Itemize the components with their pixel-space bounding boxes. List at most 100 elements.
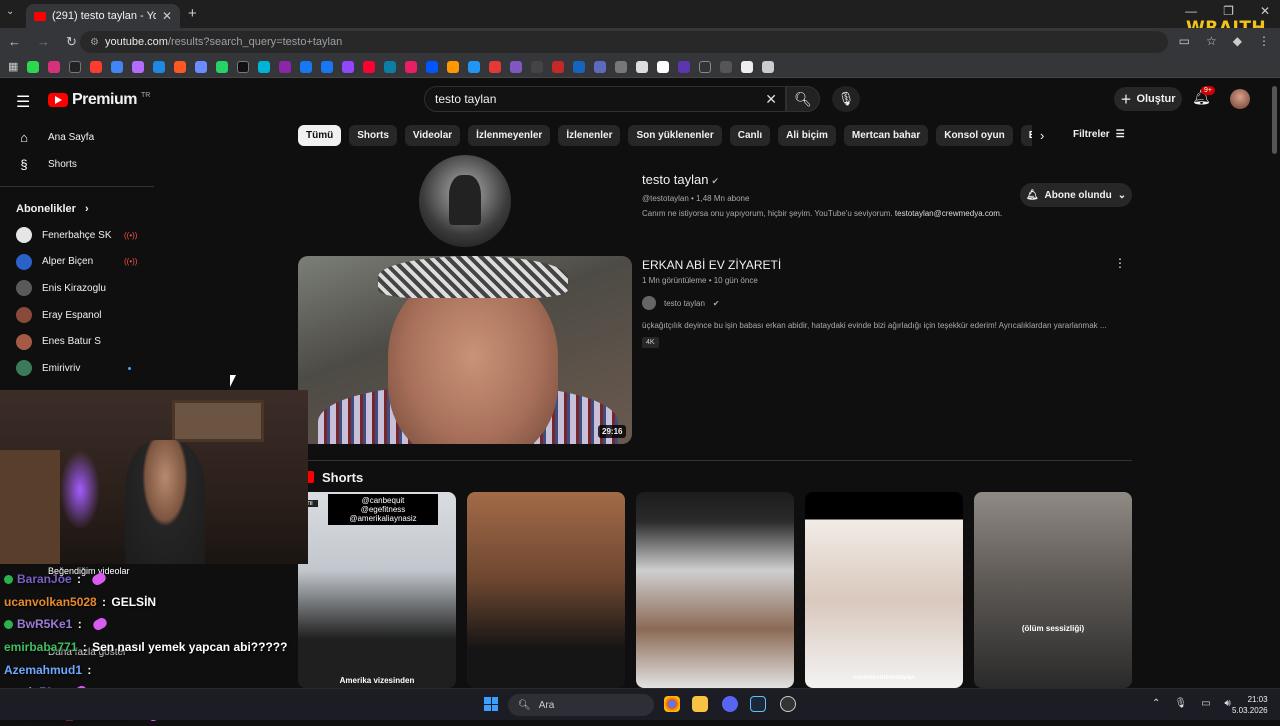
bookmark-icon[interactable]	[720, 60, 733, 73]
speaker-icon[interactable]: 🔊︎	[1225, 698, 1231, 709]
video-title[interactable]: ERKAN ABİ EV ZİYARETİ	[642, 258, 781, 272]
filter-chip[interactable]: Canlı	[729, 125, 771, 146]
display-icon[interactable]: ▭	[1201, 698, 1210, 709]
back-arrow-icon[interactable]: ←	[8, 34, 21, 50]
cast-icon[interactable]: ▭	[1179, 34, 1190, 48]
overlay-app-icon[interactable]	[780, 696, 796, 712]
bookmark-icon[interactable]	[174, 60, 187, 73]
taskbar-clock[interactable]: 21:03 5.03.2026	[1232, 694, 1268, 716]
voice-search-button[interactable]: 🎙︎	[832, 86, 860, 112]
page-scrollbar[interactable]	[1272, 86, 1277, 154]
clear-search-icon[interactable]: ✕	[765, 91, 777, 108]
taskbar-search[interactable]: 🔍︎ Ara	[508, 694, 654, 716]
reload-icon[interactable]: ↻	[66, 34, 77, 50]
sidebar-subscription-item[interactable]: Alper Biçen ((•))	[0, 249, 154, 276]
bookmark-icon[interactable]	[594, 60, 607, 73]
bookmark-icon[interactable]	[132, 60, 145, 73]
bookmark-icon[interactable]	[636, 60, 649, 73]
filter-chip[interactable]: Ali biçim	[778, 125, 836, 146]
youtube-premium-logo[interactable]: Premium TR	[48, 91, 150, 109]
hamburger-menu-icon[interactable]: ☰	[16, 92, 30, 112]
bookmark-icon[interactable]	[405, 60, 418, 73]
bookmark-icon[interactable]	[552, 60, 565, 73]
chrome-app-icon[interactable]	[664, 696, 680, 712]
sidebar-subscription-item[interactable]: Fenerbahçe SK ((•))	[0, 222, 154, 249]
bookmark-icon[interactable]	[237, 60, 250, 73]
bookmark-icon[interactable]	[489, 60, 502, 73]
search-input[interactable]: testo taylan ✕	[424, 86, 786, 112]
chips-next-arrow-icon[interactable]: ›	[1040, 128, 1044, 143]
bookmark-icon[interactable]	[741, 60, 754, 73]
bookmark-icon[interactable]	[48, 60, 61, 73]
close-window-icon[interactable]: ✕	[1260, 4, 1270, 18]
bookmark-icon[interactable]	[69, 60, 82, 73]
bookmark-icon[interactable]	[342, 60, 355, 73]
bookmark-icon[interactable]	[279, 60, 292, 73]
bookmark-icon[interactable]	[384, 60, 397, 73]
site-info-icon[interactable]: ⚙	[90, 37, 99, 48]
mic-icon[interactable]: 🎙︎	[1174, 698, 1187, 709]
browser-menu-icon[interactable]: ⋮	[1258, 34, 1270, 48]
bookmark-icon[interactable]	[90, 60, 103, 73]
bookmark-star-icon[interactable]: ☆	[1206, 34, 1217, 48]
filter-chip[interactable]: Konsol oyun	[936, 125, 1013, 146]
channel-name[interactable]: testo taylan ✔	[642, 172, 719, 187]
bookmark-icon[interactable]	[111, 60, 124, 73]
filter-chip[interactable]: İzlenmeyenler	[468, 125, 551, 146]
notifications-button[interactable]: 🔔︎ 9+	[1192, 86, 1215, 106]
tray-chevron-up-icon[interactable]: ⌃	[1152, 698, 1160, 709]
sidebar-item-shorts[interactable]: § Shorts	[0, 151, 154, 178]
bookmark-icon[interactable]	[300, 60, 313, 73]
short-card[interactable]: (ölüm sessizliği)	[974, 492, 1132, 688]
steam-app-icon[interactable]	[750, 696, 766, 712]
bookmark-icon[interactable]	[678, 60, 691, 73]
bookmark-icon[interactable]	[531, 60, 544, 73]
bookmark-icon[interactable]	[447, 60, 460, 73]
file-explorer-icon[interactable]	[692, 696, 708, 712]
new-tab-plus-icon[interactable]: +	[188, 5, 197, 22]
sidebar-item-home[interactable]: ⌂ Ana Sayfa	[0, 124, 154, 151]
bookmark-icon[interactable]	[426, 60, 439, 73]
bookmark-icon[interactable]	[657, 60, 670, 73]
avatar[interactable]	[1230, 89, 1250, 109]
extensions-icon[interactable]: ◆	[1233, 34, 1242, 48]
bookmark-icon[interactable]	[762, 60, 775, 73]
browser-tab[interactable]: (291) testo taylan - YouTube ✕	[26, 4, 180, 28]
bookmark-icon[interactable]	[258, 60, 271, 73]
minimize-icon[interactable]: —	[1185, 4, 1197, 18]
tab-close-icon[interactable]: ✕	[162, 9, 172, 23]
bookmark-icon[interactable]	[363, 60, 376, 73]
filter-chip[interactable]: Tümü	[298, 125, 342, 146]
bookmark-icon[interactable]	[216, 60, 229, 73]
more-options-icon[interactable]: ⋮	[1114, 256, 1126, 270]
sidebar-subscription-item[interactable]: Enes Batur S	[0, 328, 154, 355]
short-card[interactable]: @canbequit @egefitness @amerikaliaynasiz en…	[298, 492, 456, 688]
bookmark-icon[interactable]	[321, 60, 334, 73]
create-button[interactable]: ＋ Oluştur	[1114, 87, 1182, 111]
bookmark-icon[interactable]	[195, 60, 208, 73]
sidebar-subscription-item[interactable]: Enis Kirazoglu	[0, 275, 154, 302]
short-card[interactable]	[467, 492, 625, 688]
filter-chip[interactable]: Videolar	[404, 125, 461, 146]
bookmark-icon[interactable]	[699, 60, 712, 73]
channel-avatar[interactable]	[419, 155, 511, 247]
filter-chip[interactable]: Shorts	[349, 125, 397, 146]
bookmark-icon[interactable]	[468, 60, 481, 73]
bookmark-icon[interactable]	[153, 60, 166, 73]
video-channel[interactable]: testo taylan ✔	[642, 296, 720, 310]
filter-chip[interactable]: Mertcan bahar	[843, 125, 929, 146]
discord-app-icon[interactable]	[722, 696, 738, 712]
filter-chip[interactable]: Eren karayılan	[1020, 125, 1032, 146]
windows-start-icon[interactable]	[484, 697, 498, 711]
forward-arrow-icon[interactable]: →	[37, 34, 50, 50]
short-card[interactable]: nocontextttestotaylan	[805, 492, 963, 688]
sidebar-subscription-item[interactable]: Eray Espanol	[0, 302, 154, 329]
subscriptions-heading[interactable]: Abonelikler ›	[16, 203, 89, 215]
filter-chip[interactable]: Son yüklenenler	[628, 125, 722, 146]
bookmark-icon[interactable]	[510, 60, 523, 73]
maximize-icon[interactable]: ❐	[1223, 4, 1234, 18]
bookmark-icon[interactable]	[573, 60, 586, 73]
tab-list-chevron-icon[interactable]: ⌄	[6, 6, 14, 17]
search-button[interactable]: 🔍︎	[786, 86, 820, 112]
filter-chip[interactable]: İzlenenler	[558, 125, 621, 146]
